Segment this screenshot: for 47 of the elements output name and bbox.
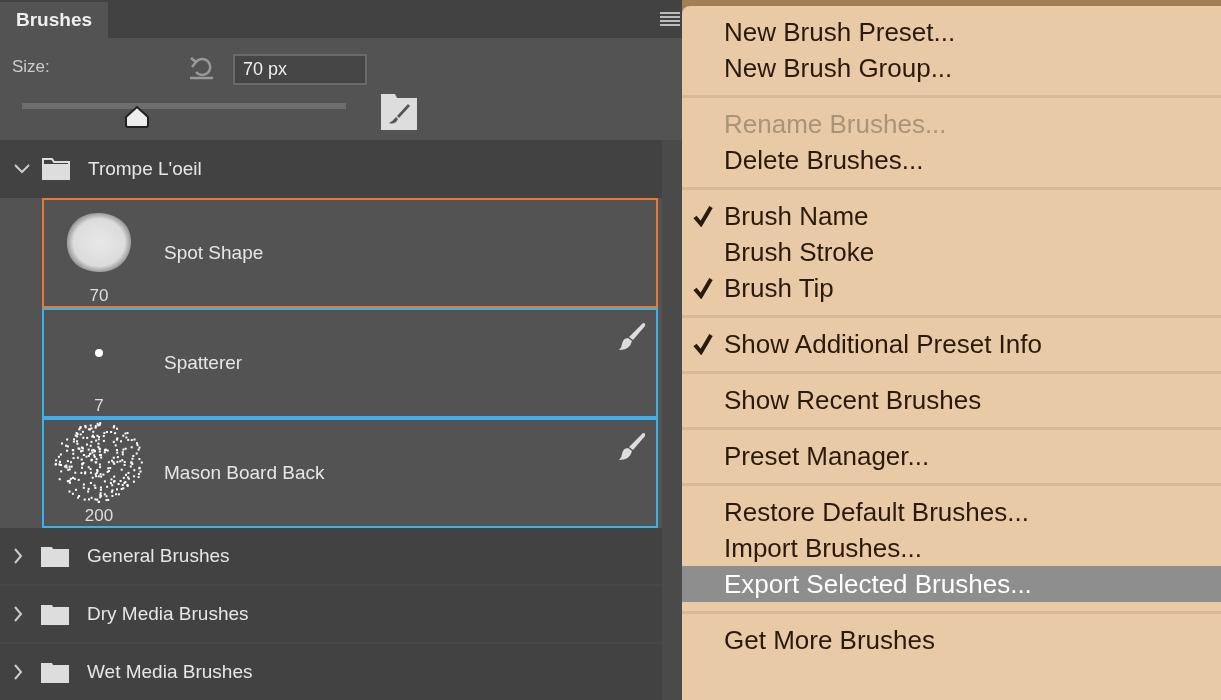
- brush-preset[interactable]: 7 Spatterer: [42, 308, 658, 418]
- slider-thumb[interactable]: [123, 105, 150, 129]
- menu-item[interactable]: Brush Stroke: [682, 234, 1221, 270]
- folder-icon: [41, 661, 69, 683]
- menu-item[interactable]: New Brush Preset...: [682, 14, 1221, 50]
- brush-group-row[interactable]: Trompe L'oeil: [0, 140, 662, 198]
- menu-item[interactable]: Show Recent Brushes: [682, 382, 1221, 418]
- chevron-right-icon[interactable]: [14, 664, 23, 680]
- brush-size: 70: [89, 286, 109, 306]
- group-name: Wet Media Brushes: [87, 659, 253, 684]
- brush-size: 7: [94, 396, 104, 416]
- brush-tip-icon: [95, 349, 103, 357]
- chevron-right-icon[interactable]: [14, 548, 23, 564]
- chevron-down-icon[interactable]: [14, 164, 30, 174]
- group-name: Dry Media Brushes: [87, 601, 249, 626]
- menu-item[interactable]: Restore Default Brushes...: [682, 494, 1221, 530]
- folder-icon: [42, 158, 70, 180]
- reset-icon[interactable]: [187, 54, 215, 80]
- brush-tip-icon: [64, 211, 134, 275]
- brush-name: Spot Shape: [164, 240, 264, 265]
- brush-preset[interactable]: 70 Spot Shape: [42, 198, 658, 308]
- folder-icon: [41, 545, 69, 567]
- menu-item[interactable]: Delete Brushes...: [682, 142, 1221, 178]
- brush-preset[interactable]: 200 Mason Board Back: [42, 418, 658, 528]
- panel-tab[interactable]: Brushes: [0, 2, 109, 38]
- menu-item[interactable]: Brush Tip: [682, 270, 1221, 306]
- brush-group-row[interactable]: Dry Media Brushes: [0, 586, 662, 644]
- brush-size: 200: [84, 506, 114, 526]
- chevron-right-icon[interactable]: [14, 606, 23, 622]
- size-label: Size:: [12, 56, 51, 78]
- menu-item[interactable]: Brush Name: [682, 198, 1221, 234]
- brush-name: Mason Board Back: [164, 460, 325, 485]
- menu-item[interactable]: Import Brushes...: [682, 530, 1221, 566]
- menu-icon[interactable]: [660, 12, 680, 26]
- group-name: General Brushes: [87, 543, 230, 568]
- folder-icon: [41, 603, 69, 625]
- brush-group-row[interactable]: General Brushes: [0, 528, 662, 586]
- brush-folder-icon[interactable]: [381, 94, 417, 130]
- brush-tip-icon: [53, 420, 145, 506]
- size-field[interactable]: 70 px: [233, 54, 367, 85]
- menu-item[interactable]: Show Additional Preset Info: [682, 326, 1221, 362]
- menu-item[interactable]: Preset Manager...: [682, 438, 1221, 474]
- group-name: Trompe L'oeil: [88, 156, 202, 181]
- scrollbar[interactable]: [662, 140, 682, 700]
- brush-name: Spatterer: [164, 350, 243, 375]
- menu-item[interactable]: Get More Brushes: [682, 622, 1221, 658]
- menu-item[interactable]: New Brush Group...: [682, 50, 1221, 86]
